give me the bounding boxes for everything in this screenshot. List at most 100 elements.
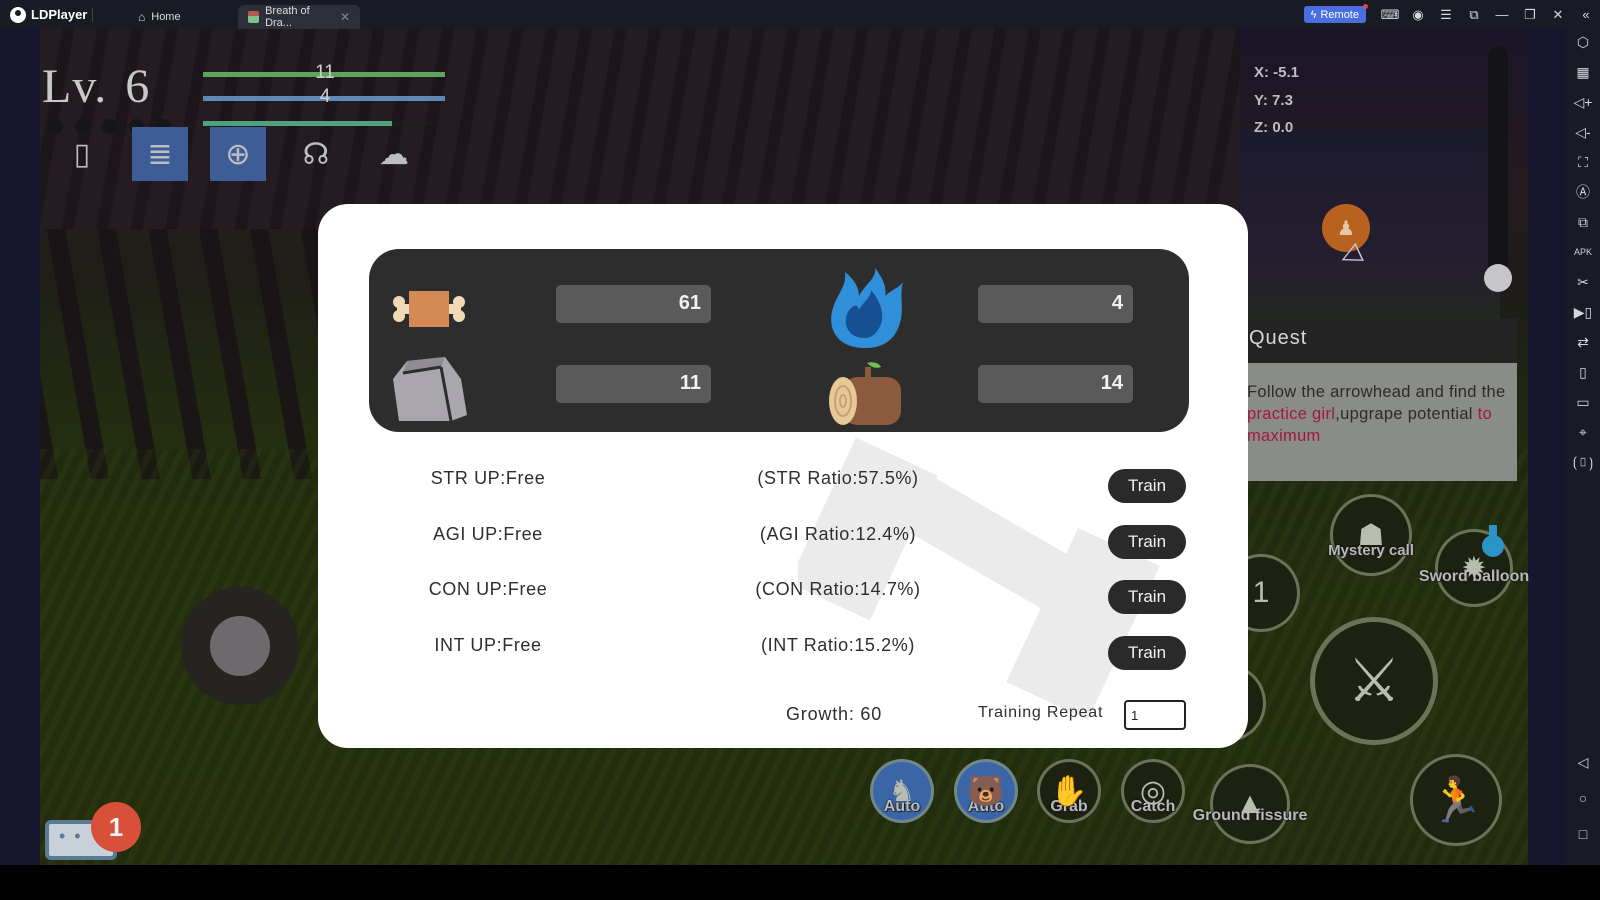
sync-icon[interactable]: ⇄	[1566, 329, 1600, 355]
home-circle-icon[interactable]: ○	[1566, 785, 1600, 811]
skill-auto-2[interactable]: 🐻 Auto	[954, 759, 1018, 823]
close-icon[interactable]: ✕	[1544, 0, 1572, 29]
gamepad-icon[interactable]: ⌨	[1376, 0, 1404, 29]
fullscreen-icon[interactable]: ⛶	[1566, 149, 1600, 175]
agi-up-label: AGI UP:Free	[433, 524, 543, 544]
int-ratio: (INT Ratio:15.2%)	[761, 635, 915, 655]
auto-rotate-icon[interactable]: Ⓐ	[1566, 179, 1600, 205]
cloud-icon[interactable]: ☁	[366, 127, 422, 181]
quest-title[interactable]: Quest	[1245, 319, 1517, 363]
remote-button[interactable]: ϟ Remote	[1303, 4, 1369, 23]
train-agi-button[interactable]: Train	[1108, 525, 1186, 559]
dodge-button[interactable]: 🏃	[1410, 754, 1502, 846]
tab-game-label: Breath of Dra...	[265, 5, 310, 29]
tab-game[interactable]: Breath of Dra... ✕	[238, 5, 360, 29]
potion-icon[interactable]	[1478, 525, 1506, 559]
volume-up-icon[interactable]: ◁+	[1566, 89, 1600, 115]
crossed-swords-icon: ⚔	[1347, 647, 1401, 714]
con-ratio: (CON Ratio:14.7%)	[755, 579, 921, 599]
chat-button[interactable]: 1	[45, 802, 141, 860]
quest-text: ,upgrape potential	[1335, 405, 1478, 423]
game-viewport[interactable]: Lv. 6 11 4 ▯ ≣ ⊕ ☊ ☁ X: -5.1 Y: 7.3 Z: 0.…	[0, 29, 1566, 865]
player-level: Lv. 6	[42, 59, 150, 114]
shake-icon[interactable]: ▯	[1566, 359, 1600, 385]
growth-value: Growth: 60	[786, 704, 883, 724]
titlebar-divider	[92, 7, 93, 22]
support-headset-icon[interactable]: ☊	[288, 127, 344, 181]
stone-icon	[389, 349, 469, 429]
install-apk-icon[interactable]: APK	[1566, 239, 1600, 265]
back-icon[interactable]: ◁	[1566, 749, 1600, 775]
agi-ratio: (AGI Ratio:12.4%)	[759, 524, 917, 544]
home-icon: ⌂	[138, 10, 146, 24]
wood-log-icon	[820, 349, 910, 439]
location-icon[interactable]: ⌖	[1566, 419, 1600, 445]
skill-catch[interactable]: ◎ Catch	[1121, 759, 1185, 823]
quest-description[interactable]: Follow the arrowhead and find the practi…	[1245, 363, 1517, 481]
int-up-label: INT UP:Free	[434, 635, 542, 655]
phone-icon[interactable]: ▯	[54, 127, 110, 181]
multi-instance-icon[interactable]: ⧉	[1566, 209, 1600, 235]
pet-bear-icon: 🐻	[967, 774, 1005, 808]
crosshair-icon[interactable]: ⊕	[210, 127, 266, 181]
dash-figure-icon: 🏃	[1428, 776, 1484, 825]
str-up-label: STR UP:Free	[430, 468, 546, 488]
pet-fighter-icon: ♞	[888, 774, 916, 808]
account-icon[interactable]: ◉	[1404, 0, 1432, 29]
coordinates-readout: X: -5.1 Y: 7.3 Z: 0.0	[1254, 59, 1299, 142]
collapse-sidebar-icon[interactable]: «	[1572, 0, 1600, 29]
stone-count: 11	[556, 365, 711, 403]
train-con-button[interactable]: Train	[1108, 580, 1186, 614]
str-ratio: (STR Ratio:57.5%)	[757, 468, 919, 488]
skill-auto-1[interactable]: ♞ Auto	[870, 759, 934, 823]
quest-text: Follow the arrowhead and find the	[1247, 383, 1506, 401]
scroll-icon[interactable]: ≣	[132, 127, 188, 181]
ldplayer-logo: LDPlayer	[0, 6, 92, 23]
coord-z: Z: 0.0	[1254, 119, 1294, 136]
settings-icon[interactable]: ⬡	[1566, 29, 1600, 55]
rotate-device-icon[interactable]: ⟮▯⟯	[1566, 449, 1600, 475]
lightning-icon: ϟ	[1310, 8, 1317, 21]
restore-window-icon[interactable]: ⧉	[1460, 0, 1488, 29]
volume-down-icon[interactable]: ◁-	[1566, 119, 1600, 145]
camera-zoom-slider[interactable]	[1488, 46, 1508, 282]
skill-ground-fissure[interactable]: ▲ Ground fissure	[1193, 764, 1307, 844]
keyboard-icon[interactable]: ▦	[1566, 59, 1600, 85]
blue-flame-icon	[820, 263, 910, 353]
folder-icon[interactable]: ▭	[1566, 389, 1600, 415]
ldplayer-logo-icon	[10, 6, 26, 23]
bottom-letterbox	[0, 865, 1600, 900]
remote-label: Remote	[1320, 8, 1359, 21]
brand-name: LDPlayer	[31, 7, 88, 22]
exp-bar	[203, 121, 392, 126]
joystick-knob[interactable]	[210, 616, 270, 676]
train-str-button[interactable]: Train	[1108, 469, 1186, 503]
camera-zoom-handle[interactable]	[1484, 264, 1512, 292]
recents-icon[interactable]: □	[1566, 821, 1600, 847]
mystery-call-icon: ☗	[1357, 518, 1385, 552]
chat-notification-badge: 1	[91, 802, 141, 852]
maximize-icon[interactable]: ❐	[1516, 0, 1544, 29]
training-repeat-input[interactable]	[1124, 700, 1186, 730]
game-icon	[248, 11, 260, 23]
mp-value: 4	[319, 86, 331, 107]
hud-menu: ▯ ≣ ⊕ ☊ ☁	[54, 127, 422, 181]
hp-value: 11	[315, 62, 335, 83]
hand-icon: ✋	[1050, 774, 1088, 808]
training-repeat-label: Training Repeat	[978, 704, 1104, 721]
record-icon[interactable]: ▶▯	[1566, 299, 1600, 325]
movement-joystick[interactable]	[181, 587, 299, 705]
level-prefix: Lv.	[42, 60, 108, 113]
tab-home[interactable]: ⌂ Home	[128, 5, 238, 29]
minimize-icon[interactable]: —	[1488, 0, 1516, 29]
menu-icon[interactable]: ☰	[1432, 0, 1460, 29]
tab-home-label: Home	[151, 11, 181, 23]
tab-close-icon[interactable]: ✕	[340, 10, 350, 24]
attack-button[interactable]: ⚔	[1310, 617, 1438, 745]
quest-highlight: practice girl	[1247, 405, 1336, 423]
train-int-button[interactable]: Train	[1108, 636, 1186, 670]
screenshot-cut-icon[interactable]: ✂	[1566, 269, 1600, 295]
skill-grab[interactable]: ✋ Grab	[1037, 759, 1101, 823]
skill-mystery-call[interactable]: ☗ Mystery call	[1328, 494, 1414, 576]
level-number: 6	[125, 60, 151, 113]
